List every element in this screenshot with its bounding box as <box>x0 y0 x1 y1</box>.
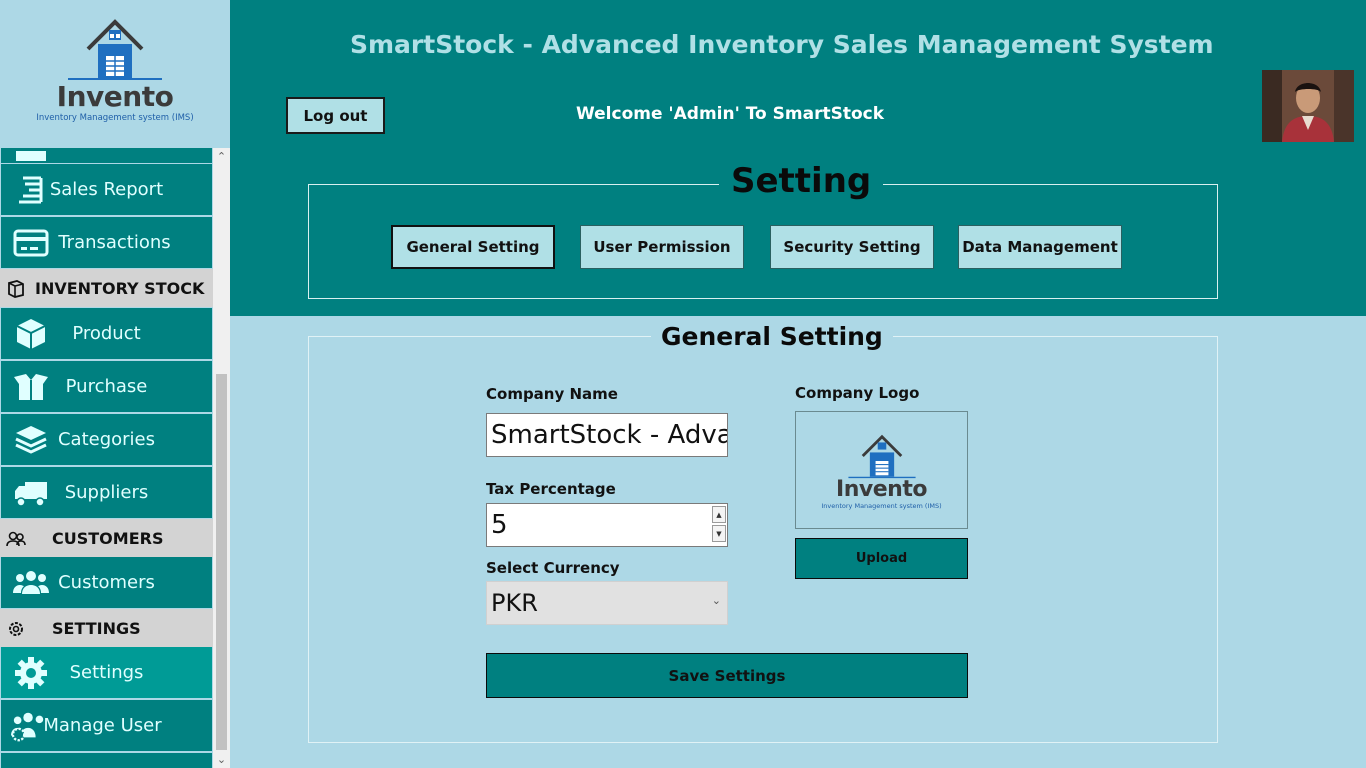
logo-preview-subtitle: Inventory Management system (IMS) <box>821 501 942 510</box>
sidebar-item-partial[interactable] <box>1 148 212 163</box>
sidebar-item-transactions[interactable]: Transactions <box>1 217 212 268</box>
tax-percentage-stepper[interactable]: 5 ▲ ▼ <box>486 503 728 547</box>
sidebar-header-settings: SETTINGS <box>0 609 213 647</box>
inventory-icon <box>8 280 24 298</box>
sidebar-item-manage-user[interactable]: Manage User <box>1 700 212 751</box>
upload-button[interactable]: Upload <box>795 538 968 579</box>
sidebar-item-label: Product <box>72 323 141 344</box>
scroll-thumb[interactable] <box>216 374 227 750</box>
logo-preview-word: Invento <box>836 476 927 502</box>
logo-word: Invento <box>56 80 174 113</box>
tab-user-permission[interactable]: User Permission <box>580 225 744 269</box>
sidebar-item-categories[interactable]: Categories <box>1 414 212 465</box>
sidebar-item-customers[interactable]: Customers <box>1 557 212 608</box>
panel-title: General Setting <box>651 322 893 351</box>
welcome-message: Welcome 'Admin' To SmartStock <box>576 104 885 124</box>
currency-select[interactable]: PKR ⌄ <box>486 581 728 625</box>
house-logo-icon <box>847 434 916 478</box>
tab-data-management[interactable]: Data Management <box>958 225 1122 269</box>
house-logo-icon <box>68 19 162 80</box>
general-setting-panel: General Setting Company Name SmartStock … <box>308 322 1218 743</box>
chevron-down-icon: ⌄ <box>711 594 721 607</box>
sidebar-item-label: Transactions <box>58 232 171 253</box>
tab-security-setting[interactable]: Security Setting <box>770 225 934 269</box>
logout-button[interactable]: Log out <box>286 97 385 134</box>
spin-down-icon[interactable]: ▼ <box>712 525 726 542</box>
avatar[interactable] <box>1262 70 1354 142</box>
sidebar-item-label: Categories <box>57 429 156 450</box>
tab-general-setting[interactable]: General Setting <box>391 225 555 269</box>
sidebar-item-suppliers[interactable]: Suppliers <box>1 467 212 518</box>
setting-group: Setting General Setting User Permission … <box>308 161 1218 299</box>
setting-title: Setting <box>719 161 884 201</box>
sidebar-item-label: Manage User <box>43 715 162 736</box>
sidebar-item-sales-report[interactable]: Sales Report <box>1 164 212 215</box>
sidebar-item-label: Customers <box>58 572 155 593</box>
tax-percentage-label: Tax Percentage <box>486 480 616 498</box>
sidebar-header-label: INVENTORY STOCK <box>35 278 205 298</box>
sidebar-item-settings[interactable]: Settings <box>1 647 212 698</box>
tax-value: 5 <box>491 510 508 540</box>
sidebar-item-label: Purchase <box>65 376 148 397</box>
app-logo: Invento Inventory Management system (IMS… <box>0 0 230 148</box>
sidebar-item-partial-bottom[interactable] <box>1 753 212 768</box>
scroll-down-icon[interactable]: ⌄ <box>213 751 230 768</box>
sidebar-scrollbar[interactable]: ⌃ ⌄ <box>213 148 230 768</box>
sidebar-item-label: Settings <box>69 662 144 683</box>
sidebar-nav: Sales Report Transactions INVENTORY STOC… <box>0 148 213 768</box>
logo-subtitle: Inventory Management system (IMS) <box>36 113 194 123</box>
sidebar-item-product[interactable]: Product <box>1 308 212 359</box>
users-small-icon <box>6 531 26 547</box>
sidebar-item-label: Sales Report <box>49 179 164 200</box>
company-logo-preview: Invento Inventory Management system (IMS… <box>795 411 968 529</box>
gear-small-icon <box>9 622 23 636</box>
sidebar-item-label: Suppliers <box>64 482 149 503</box>
company-name-input[interactable]: SmartStock - Advar <box>486 413 728 457</box>
company-logo-label: Company Logo <box>795 384 920 402</box>
spin-up-icon[interactable]: ▲ <box>712 506 726 523</box>
company-name-label: Company Name <box>486 385 618 403</box>
header: SmartStock - Advanced Inventory Sales Ma… <box>230 0 1366 316</box>
sidebar-header-customers: CUSTOMERS <box>0 519 213 557</box>
currency-label: Select Currency <box>486 559 620 577</box>
sidebar: Invento Inventory Management system (IMS… <box>0 0 230 768</box>
sidebar-item-purchase[interactable]: Purchase <box>1 361 212 412</box>
save-settings-button[interactable]: Save Settings <box>486 653 968 698</box>
currency-value: PKR <box>491 589 538 617</box>
sidebar-header-inventory: INVENTORY STOCK <box>0 269 213 307</box>
scroll-up-icon[interactable]: ⌃ <box>213 148 230 165</box>
app-title: SmartStock - Advanced Inventory Sales Ma… <box>350 30 1214 59</box>
sidebar-header-label: SETTINGS <box>52 618 141 638</box>
partial-bottom-icon <box>13 755 49 768</box>
sidebar-header-label: CUSTOMERS <box>52 528 164 548</box>
